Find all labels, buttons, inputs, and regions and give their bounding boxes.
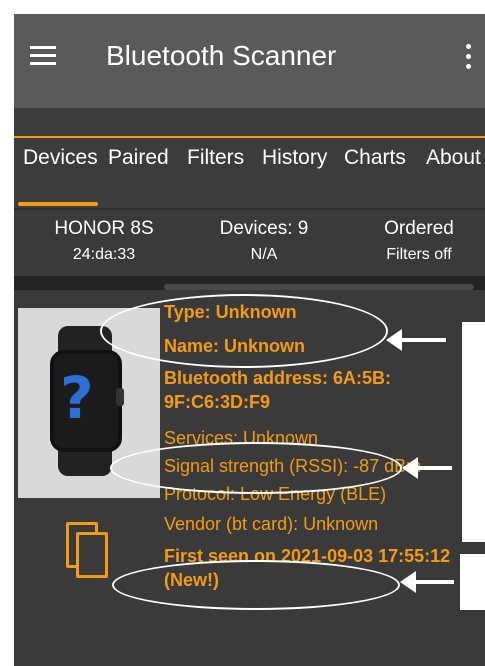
filters-state: Filters off: [386, 246, 452, 263]
question-mark-icon: ?: [60, 364, 94, 432]
local-device-name: HONOR 8S: [54, 218, 154, 239]
device-vendor: Vendor (bt card): Unknown: [164, 514, 379, 534]
annotation-oval-services: [110, 442, 402, 494]
annotation-arrow-icon: [402, 457, 452, 479]
status-bar: HONOR 8S 24:da:33 Devices: 9 N/A Ordered…: [14, 210, 485, 290]
tab-about[interactable]: About: [426, 146, 481, 170]
annotation-oval-type-name: [100, 294, 388, 368]
device-address: Bluetooth address: 6A:5B:: [164, 368, 392, 388]
app-title: Bluetooth Scanner: [106, 40, 337, 71]
annotation-arrow-icon: [400, 571, 454, 593]
tab-charts[interactable]: Charts: [344, 146, 406, 170]
annotation-arrow-icon: [386, 329, 446, 351]
annotation-oval-vendor: [112, 560, 400, 610]
tab-devices[interactable]: Devices: [23, 146, 98, 170]
tab-paired[interactable]: Paired: [108, 146, 169, 170]
app-bar: Bluetooth Scanner: [14, 14, 485, 108]
devices-count: Devices: 9: [219, 218, 309, 239]
tab-bar: Devices Paired Filters History Charts Ab…: [14, 108, 485, 210]
tab-filters[interactable]: Filters: [187, 146, 244, 170]
menu-icon[interactable]: [30, 46, 56, 66]
app-screen: Bluetooth Scanner Devices Paired Filters…: [14, 14, 485, 666]
copy-icon[interactable]: [66, 522, 108, 578]
sort-filter-info[interactable]: Ordered Filters off: [364, 218, 474, 264]
tab-history[interactable]: History: [262, 146, 327, 170]
local-device-info: HONOR 8S 24:da:33: [44, 218, 164, 264]
tab-top-divider: [14, 136, 485, 138]
local-device-mac: 24:da:33: [72, 246, 136, 263]
devices-sub: N/A: [250, 246, 278, 263]
sort-order: Ordered: [384, 218, 454, 239]
active-tab-indicator: [18, 202, 98, 206]
annotation-label-box: [460, 554, 485, 610]
more-vert-icon[interactable]: [466, 44, 472, 72]
device-address-cont: 9F:C6:3D:F9: [164, 392, 271, 412]
tab-list: Devices Paired Filters History Charts Ab…: [14, 146, 485, 182]
watch-crown: [116, 388, 124, 406]
scroll-handle: [164, 284, 474, 290]
device-card[interactable]: ? Type: Unknown Name: Unknown Bluetooth …: [14, 294, 485, 666]
devices-count-info: Devices: 9 N/A: [204, 218, 324, 264]
annotation-label-box: [462, 322, 485, 542]
